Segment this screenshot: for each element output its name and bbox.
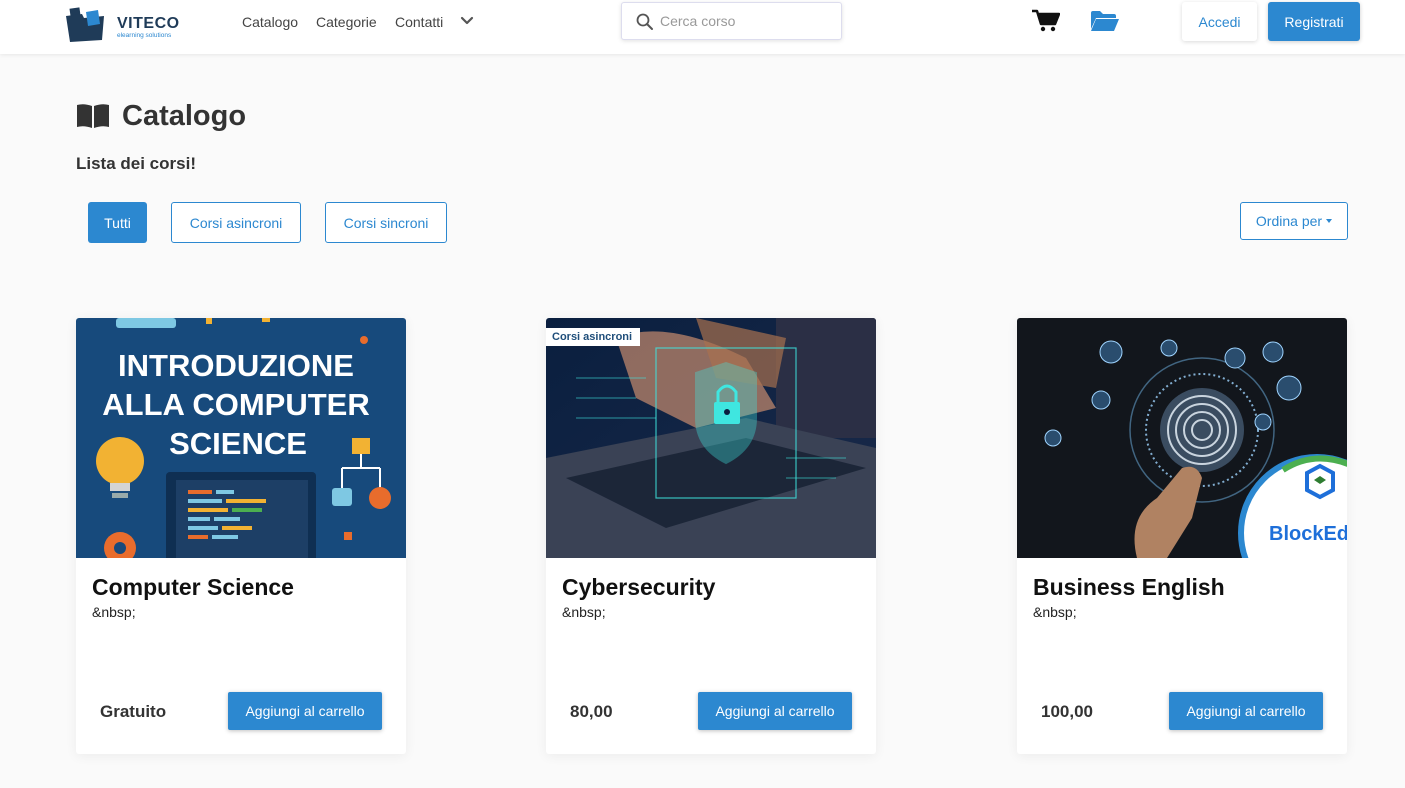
nav-contatti[interactable]: Contatti — [395, 14, 443, 30]
add-to-cart-button[interactable]: Aggiungi al carrello — [698, 692, 852, 730]
course-card[interactable]: INTRODUZIONE ALLA COMPUTER SCIENCE Compu… — [76, 318, 406, 754]
brand-tagline: elearning solutions — [117, 32, 172, 39]
nav-catalogo[interactable]: Catalogo — [242, 14, 298, 30]
blocked-logo-text: BlockEd — [1269, 523, 1347, 545]
nav-categorie[interactable]: Categorie — [316, 14, 377, 30]
caret-down-icon — [1326, 219, 1333, 223]
login-button[interactable]: Accedi — [1182, 2, 1257, 41]
computer-science-illustration: INTRODUZIONE ALLA COMPUTER SCIENCE — [76, 318, 406, 558]
logo-folder-icon — [66, 7, 104, 42]
cybersecurity-illustration — [546, 318, 876, 558]
book-open-icon — [77, 104, 109, 128]
course-title[interactable]: Business English — [1033, 574, 1225, 601]
search-input[interactable] — [660, 9, 835, 33]
thumb-line-3: SCIENCE — [169, 426, 307, 461]
course-title[interactable]: Computer Science — [92, 574, 294, 601]
sort-dropdown[interactable]: Ordina per — [1240, 202, 1348, 240]
course-card[interactable]: Corsi asincroni Cybersecurity &nbsp; 80,… — [546, 318, 876, 754]
thumb-line-2: ALLA COMPUTER — [102, 387, 370, 422]
search-box — [621, 2, 842, 40]
search-icon — [636, 13, 653, 30]
course-price: Gratuito — [100, 702, 167, 721]
add-to-cart-button[interactable]: Aggiungi al carrello — [228, 692, 382, 730]
register-button[interactable]: Registrati — [1268, 2, 1360, 41]
course-thumbnail[interactable]: INTRODUZIONE ALLA COMPUTER SCIENCE — [76, 318, 406, 558]
page-heading: Catalogo — [122, 99, 247, 132]
brand-name: VITECO — [117, 15, 180, 32]
course-thumbnail[interactable]: BlockEd — [1017, 318, 1347, 558]
course-title[interactable]: Cybersecurity — [562, 574, 715, 601]
sort-label: Ordina per — [1255, 213, 1323, 229]
course-description: &nbsp; — [562, 604, 606, 620]
course-price: 100,00 — [1041, 702, 1093, 721]
filter-async-button[interactable]: Corsi asincroni — [171, 202, 301, 243]
folder-open-icon[interactable] — [1090, 10, 1120, 32]
chevron-down-icon[interactable] — [459, 14, 475, 28]
add-to-cart-button[interactable]: Aggiungi al carrello — [1169, 692, 1323, 730]
course-type-badge: Corsi asincroni — [546, 328, 641, 346]
course-description: &nbsp; — [1033, 604, 1077, 620]
page-title: Catalogo — [76, 100, 246, 132]
fingerprint-illustration: BlockEd — [1017, 318, 1347, 558]
cart-icon[interactable] — [1032, 9, 1060, 33]
course-price: 80,00 — [570, 702, 613, 721]
brand-logo[interactable]: VITECO elearning solutions — [64, 2, 184, 44]
thumb-line-1: INTRODUZIONE — [118, 348, 354, 383]
course-thumbnail[interactable]: Corsi asincroni — [546, 318, 876, 558]
page-subtitle: Lista dei corsi! — [76, 154, 196, 173]
filter-sync-button[interactable]: Corsi sincroni — [325, 202, 447, 243]
filter-all-button[interactable]: Tutti — [88, 202, 147, 243]
course-description: &nbsp; — [92, 604, 136, 620]
course-card[interactable]: BlockEd Business English &nbsp; 100,00 A… — [1017, 318, 1347, 754]
top-navbar: VITECO elearning solutions Catalogo Cate… — [0, 0, 1405, 54]
